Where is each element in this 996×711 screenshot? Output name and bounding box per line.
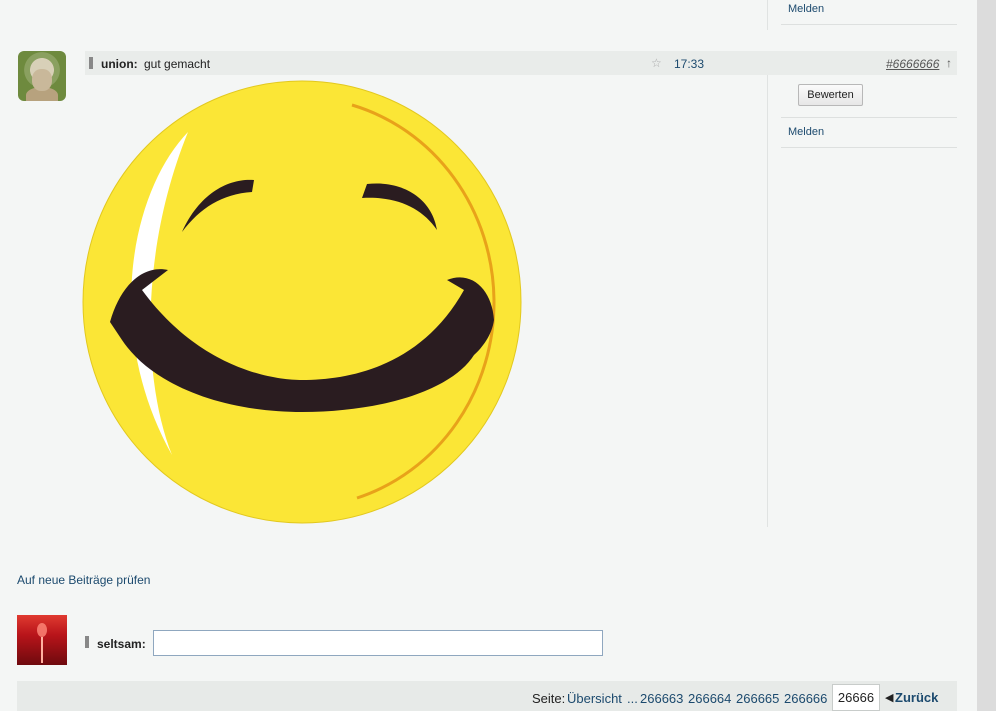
pagination-bar: Seite: Übersicht ... 266663 266664 26666… (17, 681, 957, 711)
post-number-link[interactable]: #6666666 (886, 57, 939, 71)
pager-ellipsis: ... (627, 691, 638, 706)
divider (781, 117, 957, 118)
post-message: gut gemacht (144, 57, 211, 71)
triangle-left-icon: ◀ (885, 692, 894, 704)
previous-report-link[interactable]: Melden (788, 3, 824, 15)
rate-button[interactable]: Bewerten (798, 84, 863, 106)
page-link[interactable]: 266665 (736, 691, 779, 706)
page-link[interactable]: 266664 (688, 691, 731, 706)
avatar-union[interactable] (18, 51, 66, 101)
divider (781, 147, 957, 148)
page-link[interactable]: 266663 (640, 691, 683, 706)
post-sidebar-divider (767, 75, 768, 527)
post-header: union: gut gemacht ☆ 17:33 #6666666 ↑ (85, 51, 957, 75)
author-marker (85, 636, 89, 648)
report-link[interactable]: Melden (788, 126, 824, 138)
arrow-up-icon[interactable]: ↑ (946, 56, 952, 70)
page-link[interactable]: 266666 (784, 691, 827, 706)
pager-label: Seite: (532, 691, 566, 706)
author-marker (89, 57, 93, 69)
back-link[interactable]: Zurück (895, 690, 938, 705)
divider (781, 24, 957, 25)
reply-input[interactable] (153, 630, 603, 656)
avatar-seltsam[interactable] (17, 615, 67, 665)
current-page: 26666 (832, 684, 880, 711)
smiley-image (82, 80, 522, 524)
pager-overview-link[interactable]: Übersicht (567, 691, 622, 706)
page-scrollbar[interactable] (977, 0, 996, 711)
post-author[interactable]: union: (101, 57, 138, 71)
check-new-posts-link[interactable]: Auf neue Beiträge prüfen (17, 573, 150, 587)
star-icon[interactable]: ☆ (651, 56, 662, 70)
post-time: 17:33 (674, 57, 705, 71)
reply-author: seltsam: (97, 637, 146, 651)
